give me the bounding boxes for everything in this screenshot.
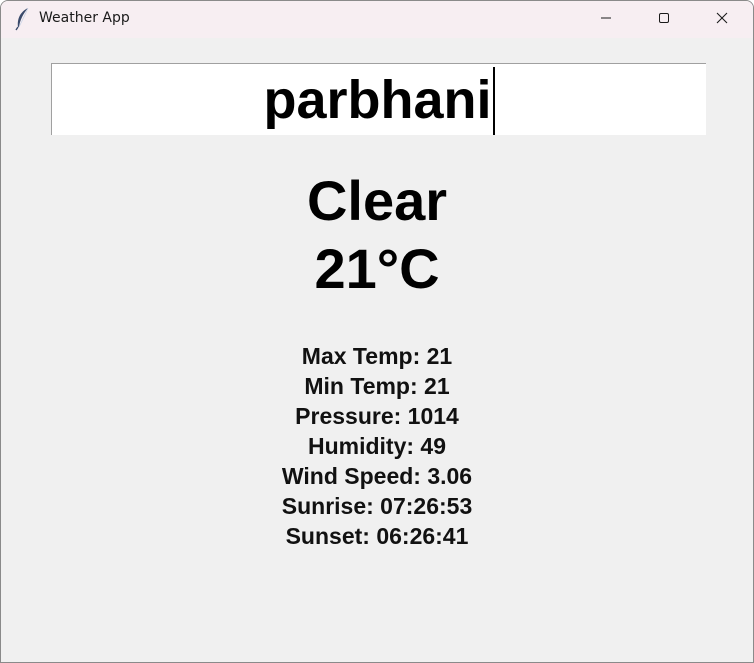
minimize-icon: [600, 11, 612, 29]
maximize-button[interactable]: [635, 1, 693, 38]
feather-icon: [13, 7, 33, 31]
city-search-input[interactable]: parbhani: [51, 63, 706, 135]
maximize-icon: [658, 11, 670, 29]
minimize-button[interactable]: [577, 1, 635, 38]
weather-details: Max Temp: 21 Min Temp: 21 Pressure: 1014…: [1, 341, 753, 551]
close-icon: [716, 11, 728, 29]
close-button[interactable]: [693, 1, 751, 38]
weather-condition: Clear: [306, 169, 448, 232]
humidity-label: Humidity: 49: [307, 433, 447, 459]
text-caret: [492, 66, 495, 135]
window-title: Weather App: [39, 10, 130, 26]
wind-speed-label: Wind Speed: 3.06: [281, 463, 473, 489]
city-search-value: parbhani: [263, 70, 492, 130]
current-temperature: 21°C: [314, 237, 440, 300]
max-temp-label: Max Temp: 21: [301, 343, 453, 369]
sunrise-label: Sunrise: 07:26:53: [281, 493, 473, 519]
title-bar[interactable]: Weather App: [1, 1, 753, 38]
min-temp-label: Min Temp: 21: [304, 373, 450, 399]
sunset-label: Sunset: 06:26:41: [285, 523, 469, 549]
app-window: Weather App parbhani Clear 21°C Max Temp…: [0, 0, 754, 663]
pressure-label: Pressure: 1014: [295, 403, 459, 429]
